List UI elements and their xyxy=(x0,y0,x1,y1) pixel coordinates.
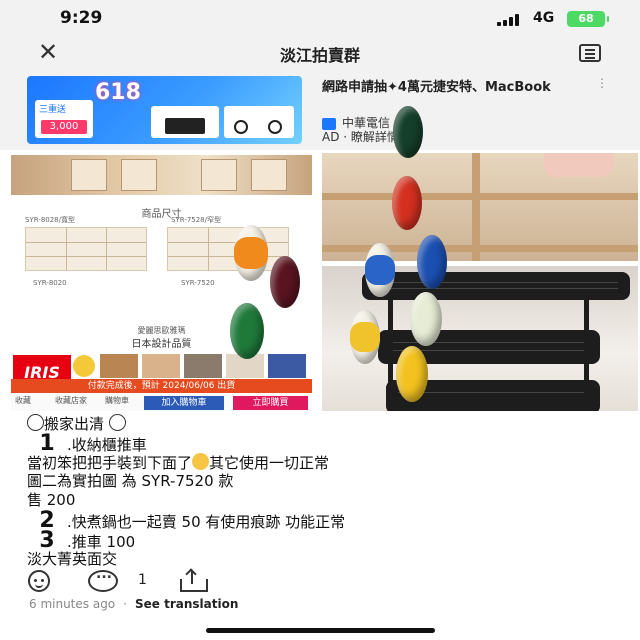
reaction-icon[interactable] xyxy=(28,570,50,592)
bicycle-prize-icon xyxy=(224,106,294,138)
pool-ball-sticker xyxy=(350,310,380,364)
pool-ball-sticker xyxy=(393,106,423,158)
post-line: 售 200 xyxy=(27,491,627,510)
signal-icon xyxy=(497,14,521,26)
post-line: 淡大菁英面交 xyxy=(27,550,627,569)
shelf-board xyxy=(322,193,638,200)
status-time: 9:29 xyxy=(60,8,103,28)
see-translation-link[interactable]: See translation xyxy=(135,597,238,611)
item-text: .收納櫃推車 xyxy=(67,436,147,454)
page-title: 淡江拍賣群 xyxy=(279,46,360,65)
post-heading-line: 搬家出清 xyxy=(27,414,627,433)
item-number: 3 xyxy=(39,528,55,553)
sweat-face-emoji-icon xyxy=(27,414,44,431)
kettle-photo xyxy=(544,153,614,177)
sweat-face-emoji-icon xyxy=(108,414,126,431)
product-label: SYR-8020 xyxy=(33,279,67,287)
share-icon[interactable] xyxy=(178,568,208,592)
nav-bar: ✕ 淡江拍賣群 xyxy=(0,36,640,70)
post-item-3: 3 .推車 100 xyxy=(27,528,627,553)
post-line: 當初笨把把手裝到下面了 其它使用一切正常 xyxy=(27,453,627,472)
shelf-diagram-8028 xyxy=(25,227,147,271)
pool-ball-sticker xyxy=(392,176,422,230)
product-thumbnails xyxy=(99,353,309,379)
pool-ball-sticker xyxy=(230,303,264,359)
post-item-2: 2 .快煮鍋也一起賣 50 有使用痕跡 功能正常 xyxy=(27,510,627,532)
ad-title[interactable]: 網路申請抽✦4萬元捷安特、MacBook xyxy=(322,80,582,96)
comment-icon[interactable] xyxy=(88,566,118,592)
cart-leg xyxy=(584,296,589,396)
item-number: 1 xyxy=(39,431,55,456)
favorite-label: 收藏 xyxy=(15,396,31,405)
product-label: SYR-7528/窄型 xyxy=(171,216,221,224)
item-text: 當初笨把把手裝到下面了 xyxy=(27,454,193,472)
award-badge-icon xyxy=(73,355,95,377)
item-text: .推車 100 xyxy=(67,533,136,551)
shipping-promo: 付款完成後，預計 2024/06/06 出貨 xyxy=(11,379,312,393)
status-bar: 9:29 4G 68 xyxy=(0,0,640,36)
room-preview-strip xyxy=(11,155,312,195)
embarrassed-face-emoji-icon xyxy=(192,453,210,470)
product-label: SYR-8028/寬型 xyxy=(25,216,75,224)
pool-ball-sticker xyxy=(365,243,395,297)
item-text: 其它使用一切正常 xyxy=(209,454,330,472)
add-to-cart-button: 加入購物車 xyxy=(144,396,224,410)
post-timestamp: 6 minutes ago xyxy=(29,597,116,611)
post-item-1: 1 .收納櫃推車 xyxy=(27,431,627,456)
cart-tray-top xyxy=(362,272,630,300)
cart-leg xyxy=(388,296,393,396)
sponsored-ad[interactable]: 618 三重送 3,000 網路申請抽✦4萬元捷安特、MacBook 中華電信 … xyxy=(0,70,640,150)
buy-now-button: 立即購買 xyxy=(233,396,308,410)
ad-banner-image[interactable]: 618 三重送 3,000 xyxy=(27,76,302,144)
pool-ball-sticker xyxy=(270,256,300,308)
pool-ball-sticker xyxy=(396,346,428,402)
battery-icon: 68 xyxy=(567,11,609,27)
post-body: 搬家出清 1 .收納櫃推車 當初笨把把手裝到下面了 其它使用一切正常 圖二為實拍圖 … xyxy=(27,414,627,569)
menu-icon[interactable] xyxy=(579,44,601,62)
item-text: 圖二為實拍圖 為 SYR-7520 款 xyxy=(27,472,234,490)
shelf-diagram-7528 xyxy=(167,227,289,271)
cart-label: 購物車 xyxy=(105,396,129,405)
meta-separator: · xyxy=(123,597,127,611)
network-label: 4G xyxy=(533,10,555,26)
post-photo-2[interactable] xyxy=(322,153,638,261)
store-label: 收藏店家 xyxy=(55,396,87,405)
shop-action-bar: 收藏 收藏店家 購物車 加入購物車 立即購買 xyxy=(11,395,312,411)
ad-banner-offer-title: 三重送 xyxy=(39,105,67,115)
home-indicator[interactable] xyxy=(206,628,435,633)
pool-ball-sticker xyxy=(410,292,442,346)
item-text: .快煮鍋也一起賣 50 有使用痕跡 功能正常 xyxy=(67,513,346,531)
product-label: SYR-7520 xyxy=(181,279,215,287)
item-text: 售 200 xyxy=(27,491,76,509)
ad-banner-offer: 三重送 3,000 xyxy=(35,100,93,138)
pool-ball-sticker xyxy=(234,225,268,281)
ad-banner-offer-price: 3,000 xyxy=(41,120,87,134)
laptop-prize-icon xyxy=(151,106,219,138)
more-options-icon[interactable]: ⋮ xyxy=(596,76,608,90)
brand-feature: 日本設計品質 xyxy=(131,339,192,350)
comment-count: 1 xyxy=(138,572,147,588)
post-line: 圖二為實拍圖 為 SYR-7520 款 xyxy=(27,472,627,491)
post-photo-1[interactable]: 商品尺寸 SYR-8028/寬型 SYR-7528/窄型 SYR-8020 SY… xyxy=(11,155,312,411)
post-actions: 1 xyxy=(0,566,640,598)
post-meta: 6 minutes ago · See translation xyxy=(29,597,238,611)
ad-banner-618: 618 xyxy=(95,80,141,105)
pool-ball-sticker xyxy=(417,235,447,289)
